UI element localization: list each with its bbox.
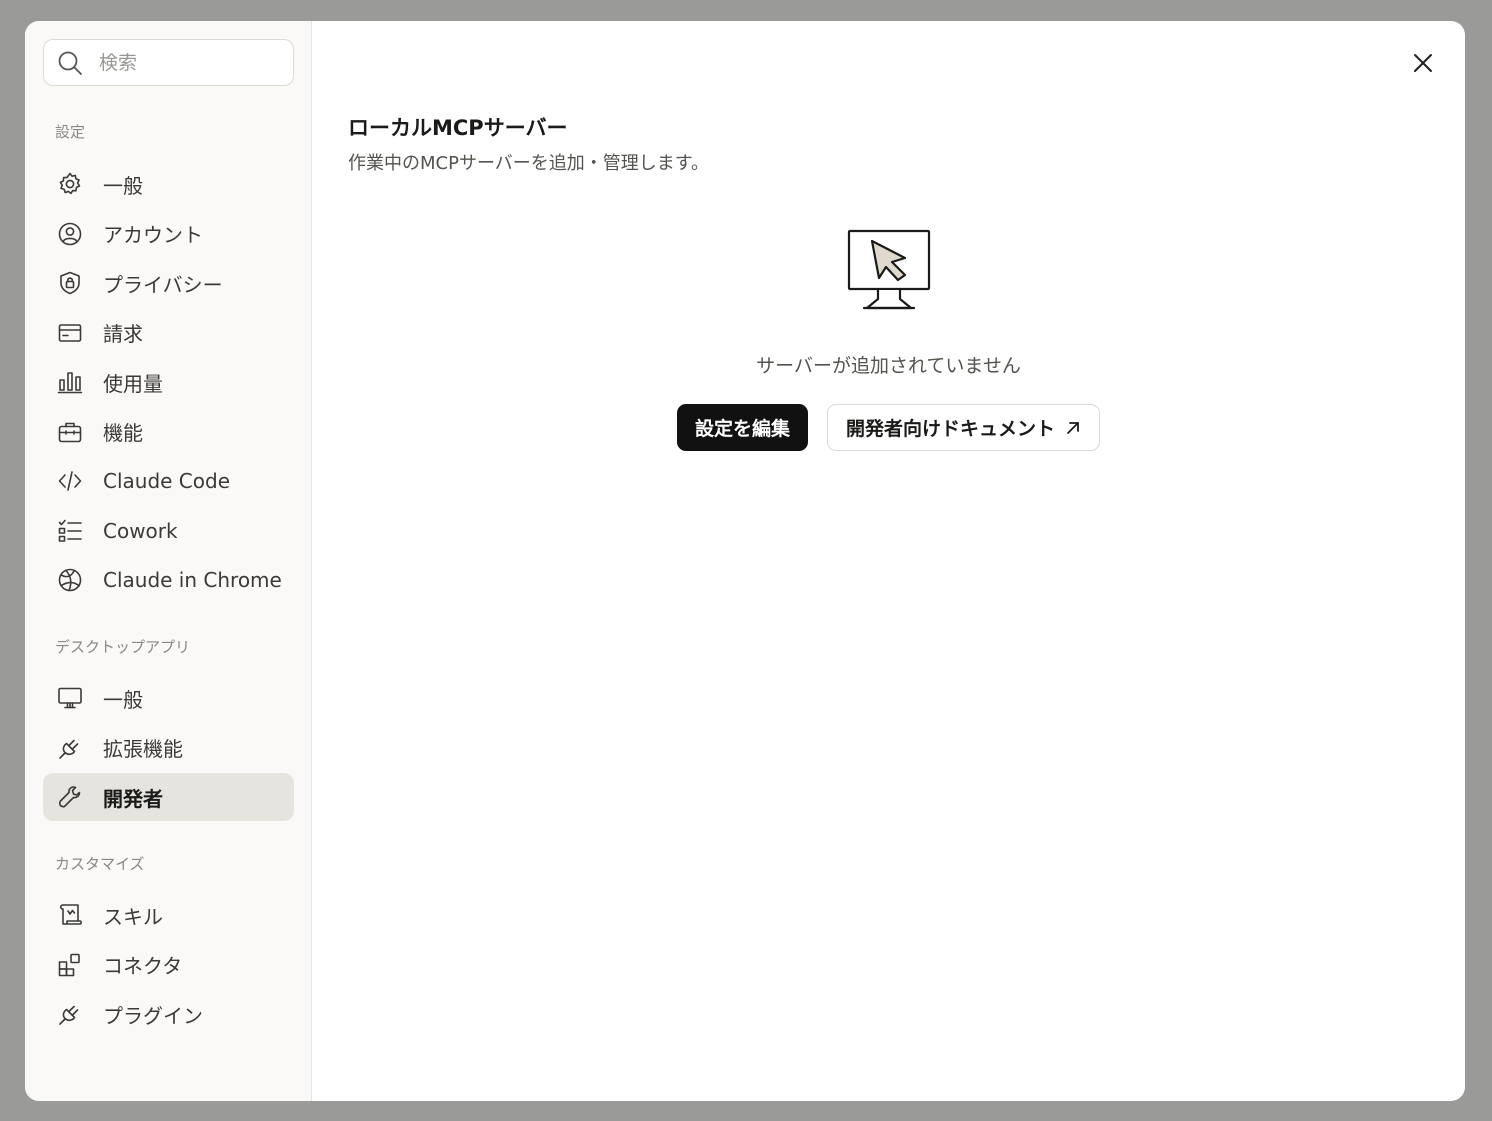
gear-icon <box>57 171 83 197</box>
settings-nav: 設定 一般 アカウント プライバシー 請求 使用量 機能 Claude Code Cowork C… <box>43 122 294 1038</box>
developer-docs-label: 開発者向けドキュメント <box>846 418 1056 440</box>
sidebar-item-briefcase[interactable]: 機能 <box>43 408 294 456</box>
sidebar-item-label: 一般 <box>103 687 143 712</box>
sidebar-item-label: 開発者 <box>103 786 163 811</box>
monitor-cursor-icon <box>847 229 930 310</box>
sidebar-item-label: スキル <box>103 904 163 929</box>
sidebar-item-credit-card[interactable]: 請求 <box>43 309 294 357</box>
checklist-icon <box>57 518 83 544</box>
search-input[interactable] <box>97 50 271 75</box>
sidebar-item-label: 請求 <box>103 322 143 346</box>
search-box[interactable] <box>43 39 294 86</box>
sidebar-item-gear[interactable]: 一般 <box>43 160 294 208</box>
empty-state: サーバーが追加されていません 設定を編集 開発者向けドキュメント <box>312 226 1465 451</box>
sidebar-item-label: コネクタ <box>103 954 183 978</box>
sidebar-item-label: Claude Code <box>103 469 231 493</box>
sidebar-item-label: プラグイン <box>103 1003 203 1028</box>
sidebar-item-code[interactable]: Claude Code <box>43 457 294 505</box>
sidebar-item-user-circle[interactable]: アカウント <box>43 210 294 258</box>
scroll-icon <box>57 902 83 928</box>
close-icon[interactable] <box>1411 51 1435 75</box>
sidebar-item-label: 使用量 <box>103 371 163 396</box>
settings-sidebar: 設定一般アカウントプライバシー請求使用量機能Claude CodeCoworkC… <box>25 21 312 1101</box>
sidebar-item-wrench[interactable]: 開発者 <box>43 773 294 821</box>
sidebar-item-label: Claude in Chrome <box>103 568 282 592</box>
blocks-icon <box>57 952 83 978</box>
sidebar-item-scroll[interactable]: スキル <box>43 891 294 939</box>
sidebar-item-label: 拡張機能 <box>103 737 183 761</box>
credit-card-icon <box>57 320 83 346</box>
wrench-icon <box>57 784 83 810</box>
page-title: ローカルMCPサーバー <box>348 116 568 140</box>
sidebar-item-blocks[interactable]: コネクタ <box>43 941 294 989</box>
monitor-icon <box>57 685 83 711</box>
plug-icon <box>57 1001 83 1027</box>
edit-config-button[interactable]: 設定を編集 <box>676 404 808 451</box>
external-link-icon <box>1067 421 1079 434</box>
user-circle-icon <box>57 221 83 247</box>
sidebar-item-label: Cowork <box>103 518 178 543</box>
shield-lock-icon <box>57 270 83 296</box>
sidebar-section-label: 設定 <box>55 123 86 141</box>
empty-state-actions: 設定を編集 開発者向けドキュメント <box>312 404 1465 451</box>
page-subtitle: 作業中のMCPサーバーを追加・管理します。 <box>348 153 709 174</box>
sidebar-item-label: 一般 <box>103 173 143 198</box>
bar-chart-icon <box>57 369 83 395</box>
sidebar-section-label: カスタマイズ <box>55 855 145 873</box>
sidebar-item-label: プライバシー <box>103 272 223 297</box>
sidebar-item-plug[interactable]: 拡張機能 <box>43 724 294 772</box>
sidebar-item-plug[interactable]: プラグイン <box>43 990 294 1038</box>
briefcase-icon <box>57 419 83 445</box>
sidebar-item-label: アカウント <box>103 223 203 247</box>
search-icon <box>58 51 82 75</box>
globe-icon <box>57 567 83 593</box>
empty-state-text: サーバーが追加されていません <box>756 355 1021 377</box>
main-content: ローカルMCPサーバー 作業中のMCPサーバーを追加・管理します。 サーバーが追… <box>312 21 1465 1101</box>
developer-docs-button[interactable]: 開発者向けドキュメント <box>827 404 1101 451</box>
sidebar-section-label: デスクトップアプリ <box>55 638 191 656</box>
sidebar-item-checklist[interactable]: Cowork <box>43 507 294 555</box>
sidebar-item-monitor[interactable]: 一般 <box>43 674 294 722</box>
sidebar-item-label: 機能 <box>103 421 143 445</box>
sidebar-item-globe[interactable]: Claude in Chrome <box>43 556 294 604</box>
plug-icon <box>57 735 83 761</box>
settings-modal: 設定一般アカウントプライバシー請求使用量機能Claude CodeCoworkC… <box>25 21 1465 1101</box>
sidebar-item-bar-chart[interactable]: 使用量 <box>43 358 294 406</box>
sidebar-item-shield-lock[interactable]: プライバシー <box>43 259 294 307</box>
code-icon <box>57 468 83 494</box>
